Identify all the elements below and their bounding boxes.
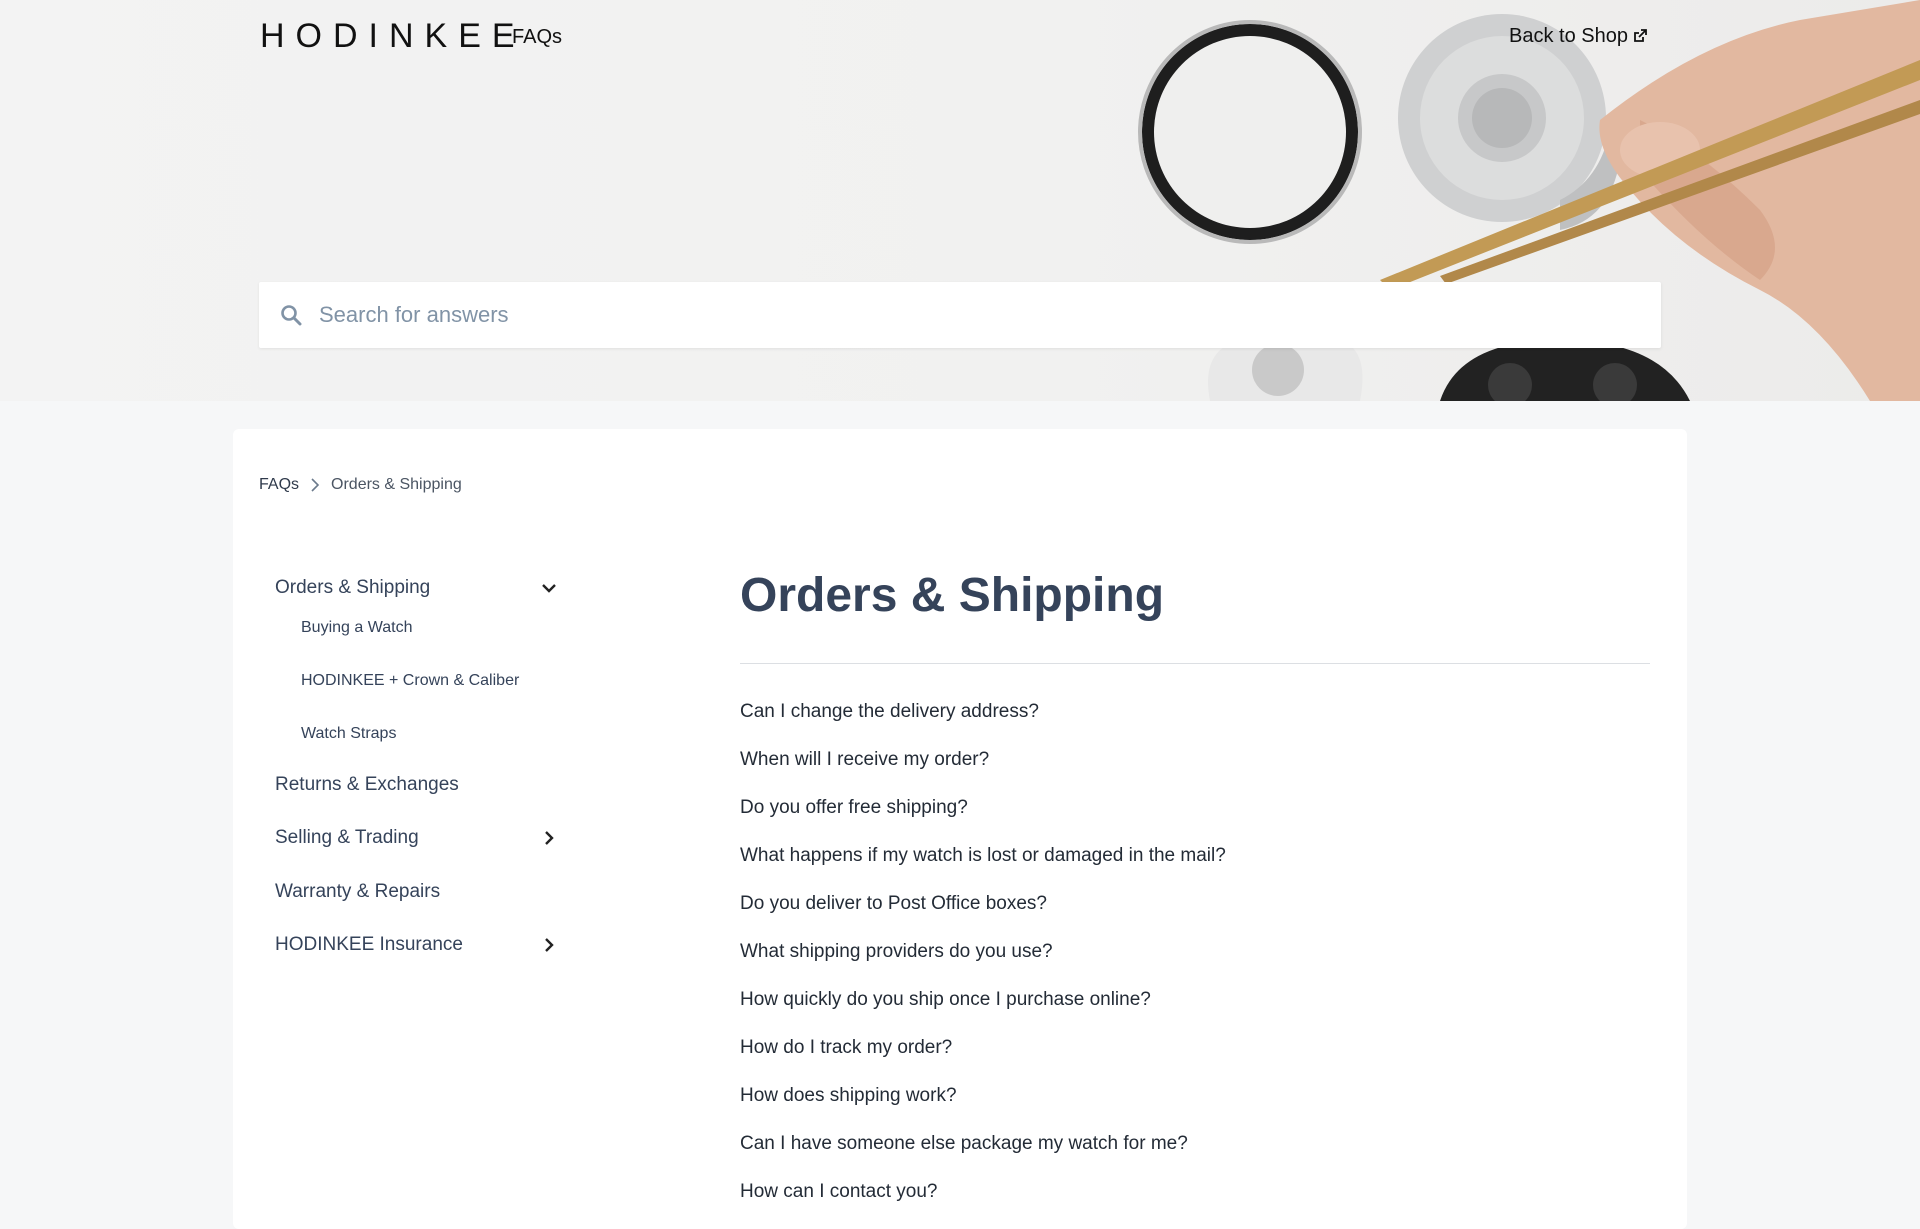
question-link[interactable]: Do you deliver to Post Office boxes? (740, 893, 1047, 914)
list-item: What shipping providers do you use? (740, 941, 1226, 989)
sidebar-item-label: Orders & Shipping (275, 577, 431, 598)
list-item: How can I contact you? (740, 1181, 1226, 1229)
list-item: How do I track my order? (740, 1037, 1226, 1085)
chronograph-dial-image (1440, 340, 1690, 401)
question-link[interactable]: What shipping providers do you use? (740, 941, 1053, 962)
page-title: Orders & Shipping (740, 569, 1165, 622)
breadcrumb-faqs[interactable]: FAQs (259, 476, 299, 494)
question-link[interactable]: How do I track my order? (740, 1037, 952, 1058)
search-icon (279, 303, 303, 327)
breadcrumb-current: Orders & Shipping (331, 476, 462, 493)
sidebar-subitem-watch-straps[interactable]: Watch Straps (301, 723, 396, 745)
watch-movement-image (1208, 340, 1363, 401)
sidebar-item-hodinkee-insurance[interactable]: HODINKEE Insurance (275, 930, 565, 960)
sidebar-item-selling-trading[interactable]: Selling & Trading (275, 823, 565, 853)
question-link[interactable]: When will I receive my order? (740, 749, 989, 770)
sidebar-item-label: Warranty & Repairs (275, 881, 441, 902)
question-link[interactable]: Can I have someone else package my watch… (740, 1133, 1188, 1154)
back-to-shop-label: Back to Shop (1509, 25, 1628, 47)
chevron-right-icon[interactable] (539, 828, 559, 848)
search-input[interactable] (317, 294, 1621, 336)
content-card: FAQs Orders & Shipping Orders & Shipping… (233, 429, 1687, 1229)
list-item: Can I have someone else package my watch… (740, 1133, 1226, 1181)
sidebar-subitem-buying-a-watch[interactable]: Buying a Watch (301, 617, 412, 639)
sidebar-item-label: Returns & Exchanges (275, 774, 459, 795)
back-to-shop-link[interactable]: Back to Shop (1509, 24, 1648, 48)
list-item: What happens if my watch is lost or dama… (740, 845, 1226, 893)
breadcrumb: FAQs Orders & Shipping (259, 476, 462, 494)
question-link[interactable]: How quickly do you ship once I purchase … (740, 989, 1151, 1010)
question-link[interactable]: What happens if my watch is lost or dama… (740, 845, 1226, 866)
list-item: How quickly do you ship once I purchase … (740, 989, 1226, 1037)
sidebar-subitem-hodinkee-crown-caliber[interactable]: HODINKEE + Crown & Caliber (301, 670, 519, 692)
list-item: Do you offer free shipping? (740, 797, 1226, 845)
list-item: Do you deliver to Post Office boxes? (740, 893, 1226, 941)
hodinkee-logo[interactable]: HODINKEE (260, 18, 526, 54)
list-item: Can I change the delivery address? (740, 701, 1226, 749)
chevron-right-icon[interactable] (539, 935, 559, 955)
sidebar-item-warranty-repairs[interactable]: Warranty & Repairs (275, 877, 565, 907)
chevron-right-icon (309, 477, 321, 493)
title-divider (740, 663, 1650, 664)
external-link-icon (1632, 28, 1648, 44)
sidebar-item-label: Selling & Trading (275, 827, 419, 848)
question-link[interactable]: How does shipping work? (740, 1085, 957, 1106)
question-link[interactable]: How can I contact you? (740, 1181, 938, 1202)
sidebar-item-orders-shipping[interactable]: Orders & Shipping (275, 573, 565, 603)
list-item: How does shipping work? (740, 1085, 1226, 1133)
sidebar-item-label: HODINKEE Insurance (275, 934, 463, 955)
faqs-nav-link[interactable]: FAQs (512, 25, 562, 49)
sidebar-item-returns-exchanges[interactable]: Returns & Exchanges (275, 770, 565, 800)
article-list-section: Orders & Shipping Can I change the deliv… (740, 568, 1650, 1202)
chevron-down-icon[interactable] (539, 578, 559, 598)
search-bar[interactable] (259, 282, 1661, 348)
list-item: When will I receive my order? (740, 749, 1226, 797)
question-list: Can I change the delivery address? When … (740, 701, 1226, 1229)
hero-banner: HODINKEE FAQs Back to Shop (0, 0, 1920, 401)
question-link[interactable]: Can I change the delivery address? (740, 701, 1039, 722)
question-link[interactable]: Do you offer free shipping? (740, 797, 968, 818)
tachymeter-bezel-image (1138, 20, 1362, 244)
